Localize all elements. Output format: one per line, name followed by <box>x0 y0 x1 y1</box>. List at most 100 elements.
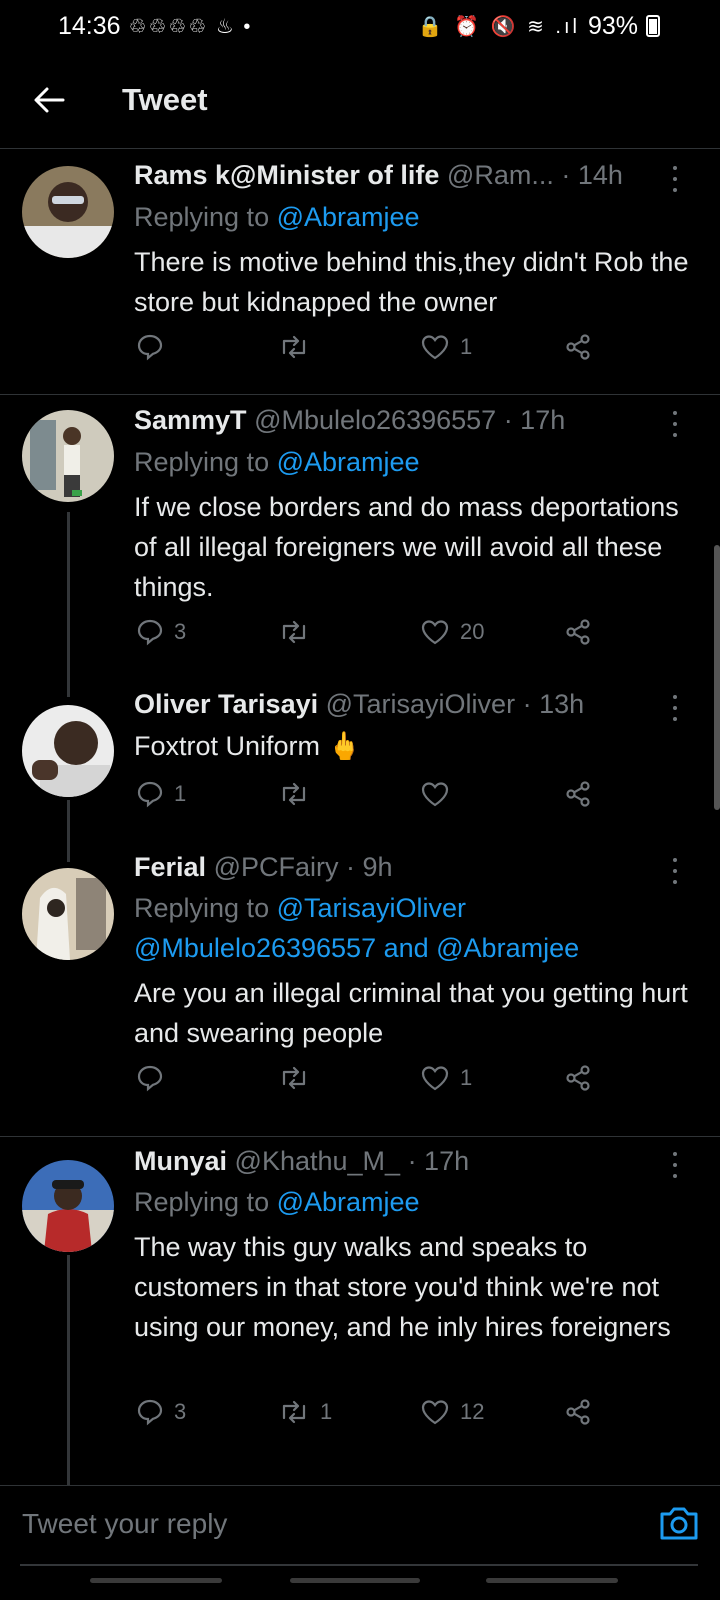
like-button[interactable]: 1 <box>420 333 472 361</box>
timestamp[interactable]: · 9h <box>346 852 393 882</box>
timestamp[interactable]: · 14h <box>561 160 623 190</box>
reply-count: 3 <box>174 619 187 644</box>
mention-link[interactable]: @Mbulelo26396557 and @Abramjee <box>134 933 579 963</box>
scrollbar[interactable] <box>714 545 720 810</box>
like-count: 1 <box>460 334 473 359</box>
tweet-header: SammyT @Mbulelo26396557 · 17h <box>134 405 565 436</box>
replying-to: Replying to @Abramjee <box>134 442 420 482</box>
avatar[interactable] <box>22 410 114 502</box>
share-button[interactable] <box>564 780 592 808</box>
like-count: 1 <box>460 1065 473 1090</box>
mention-link[interactable]: @Abramjee <box>277 447 420 477</box>
share-icon <box>566 781 590 807</box>
battery-icon <box>646 15 660 37</box>
share-button[interactable] <box>564 333 592 361</box>
share-button[interactable] <box>564 1064 592 1092</box>
display-name[interactable]: SammyT <box>134 405 247 435</box>
handle[interactable]: @Ram... <box>447 160 554 190</box>
mention-link[interactable]: @Abramjee <box>277 202 420 232</box>
nav-back[interactable] <box>486 1578 618 1583</box>
tweet-actions: 1 <box>0 780 720 820</box>
more-options-icon[interactable] <box>668 695 682 721</box>
camera-icon <box>660 1507 698 1540</box>
like-count: 12 <box>460 1399 485 1424</box>
more-options-icon[interactable] <box>668 1152 682 1178</box>
display-name[interactable]: Munyai <box>134 1146 227 1176</box>
back-button[interactable] <box>24 75 74 125</box>
nav-home[interactable] <box>290 1578 420 1583</box>
handle[interactable]: @Mbulelo26396557 <box>254 405 496 435</box>
timestamp[interactable]: · 13h <box>523 689 585 719</box>
share-button[interactable] <box>564 1398 592 1426</box>
like-count: 20 <box>460 619 485 644</box>
share-button[interactable] <box>564 618 592 646</box>
reply-button[interactable]: 3 <box>136 1398 186 1426</box>
like-button[interactable]: 20 <box>420 618 484 646</box>
replying-to: Replying to @Abramjee <box>134 1182 420 1222</box>
more-options-icon[interactable] <box>668 166 682 192</box>
retweet-icon <box>282 335 306 359</box>
handle[interactable]: @TarisayiOliver <box>326 689 515 719</box>
replying-to: Replying to @TarisayiOliver @Mbulelo2639… <box>134 888 579 968</box>
more-options-icon[interactable] <box>668 411 682 437</box>
tweet-header: Rams k@Minister of life @Ram... · 14h <box>134 160 623 191</box>
nav-recents[interactable] <box>90 1578 222 1583</box>
status-time: 14:36 <box>58 11 121 40</box>
more-options-icon[interactable] <box>668 858 682 884</box>
notification-icons: ♲♲♲♲ ♨ • <box>128 15 253 38</box>
input-underline <box>20 1564 698 1566</box>
retweet-icon <box>282 620 306 644</box>
reply-icon <box>137 334 163 361</box>
display-name[interactable]: Rams k@Minister of life <box>134 160 439 190</box>
tweet-actions: 3 1 12 <box>0 1398 720 1438</box>
tweet-header: Oliver Tarisayi @TarisayiOliver · 13h <box>134 689 584 720</box>
tweet-divider <box>0 1136 720 1137</box>
retweet-icon <box>282 782 306 806</box>
timestamp[interactable]: · 17h <box>504 405 566 435</box>
camera-button[interactable] <box>656 1500 702 1546</box>
reply-button[interactable] <box>136 1064 174 1092</box>
replying-to: Replying to @Abramjee <box>134 197 420 237</box>
avatar[interactable] <box>22 868 114 960</box>
tweet-actions: 1 <box>0 1064 720 1104</box>
heart-icon <box>421 335 449 360</box>
tweet-actions: 1 <box>0 333 720 373</box>
handle[interactable]: @Khathu_M_ <box>235 1146 401 1176</box>
like-button[interactable] <box>420 780 460 808</box>
retweet-button[interactable] <box>278 333 320 361</box>
retweet-icon <box>282 1400 306 1424</box>
tweet-actions: 3 20 <box>0 618 720 658</box>
display-name[interactable]: Ferial <box>134 852 206 882</box>
mention-link[interactable]: @Abramjee <box>277 1187 420 1217</box>
reply-icon <box>137 1065 163 1092</box>
tweet-text: Are you an illegal criminal that you get… <box>134 978 688 1048</box>
timestamp[interactable]: · 17h <box>408 1146 470 1176</box>
tweet-text: If we close borders and do mass deportat… <box>134 492 679 602</box>
reply-button[interactable] <box>136 333 174 361</box>
reply-composer <box>0 1485 720 1566</box>
like-button[interactable]: 12 <box>420 1398 484 1426</box>
replying-label: Replying to <box>134 1187 270 1217</box>
avatar[interactable] <box>22 166 114 258</box>
like-button[interactable]: 1 <box>420 1064 472 1092</box>
mention-link[interactable]: @TarisayiOliver <box>277 893 466 923</box>
heart-icon <box>421 782 449 807</box>
reply-button[interactable]: 3 <box>136 618 186 646</box>
heart-icon <box>421 620 449 645</box>
reply-icon <box>137 619 163 646</box>
reply-input[interactable] <box>20 1498 614 1550</box>
retweet-button[interactable] <box>278 618 320 646</box>
tweet-divider <box>0 394 720 395</box>
handle[interactable]: @PCFairy <box>214 852 339 882</box>
reply-button[interactable]: 1 <box>136 780 186 808</box>
avatar[interactable] <box>22 1160 114 1252</box>
tweet-text: There is motive behind this,they didn't … <box>134 247 689 317</box>
display-name[interactable]: Oliver Tarisayi <box>134 689 318 719</box>
retweet-button[interactable] <box>278 1064 320 1092</box>
replying-label: Replying to <box>134 893 270 923</box>
retweet-button[interactable] <box>278 780 320 808</box>
reply-count: 1 <box>174 781 187 806</box>
tweet-text: The way this guy walks and speaks to cus… <box>134 1232 671 1342</box>
page-title: Tweet <box>122 82 208 117</box>
retweet-button[interactable]: 1 <box>278 1398 332 1426</box>
